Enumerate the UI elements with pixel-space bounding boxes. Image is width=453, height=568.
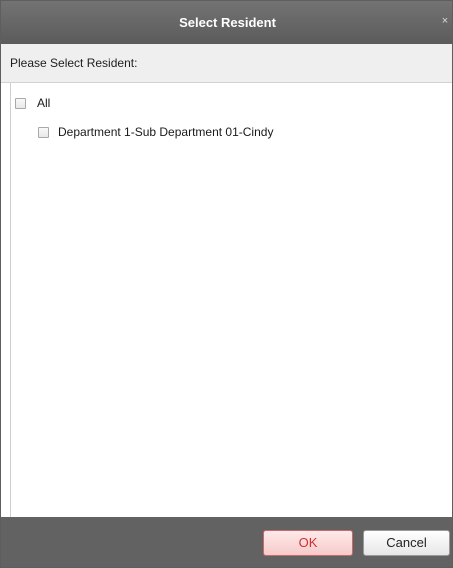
- dialog-footer: OK Cancel: [1, 517, 452, 567]
- select-all-label[interactable]: All: [37, 96, 50, 110]
- select-all-row[interactable]: All: [15, 93, 50, 113]
- cancel-button[interactable]: Cancel: [363, 530, 450, 556]
- list-item[interactable]: Department 1-Sub Department 01-Cindy: [38, 122, 273, 142]
- resident-label[interactable]: Department 1-Sub Department 01-Cindy: [58, 125, 273, 139]
- dialog-titlebar: Select Resident ×: [1, 1, 452, 44]
- ok-button[interactable]: OK: [263, 530, 353, 556]
- dialog-title: Select Resident: [179, 15, 276, 30]
- select-all-checkbox[interactable]: [15, 97, 26, 109]
- resident-checkbox[interactable]: [38, 126, 49, 138]
- dialog-subheader: Please Select Resident:: [1, 44, 452, 83]
- select-prompt: Please Select Resident:: [10, 56, 138, 70]
- close-icon[interactable]: ×: [438, 14, 452, 28]
- resident-list: All Department 1-Sub Department 01-Cindy: [10, 83, 452, 517]
- select-resident-dialog: Select Resident × Please Select Resident…: [0, 0, 453, 568]
